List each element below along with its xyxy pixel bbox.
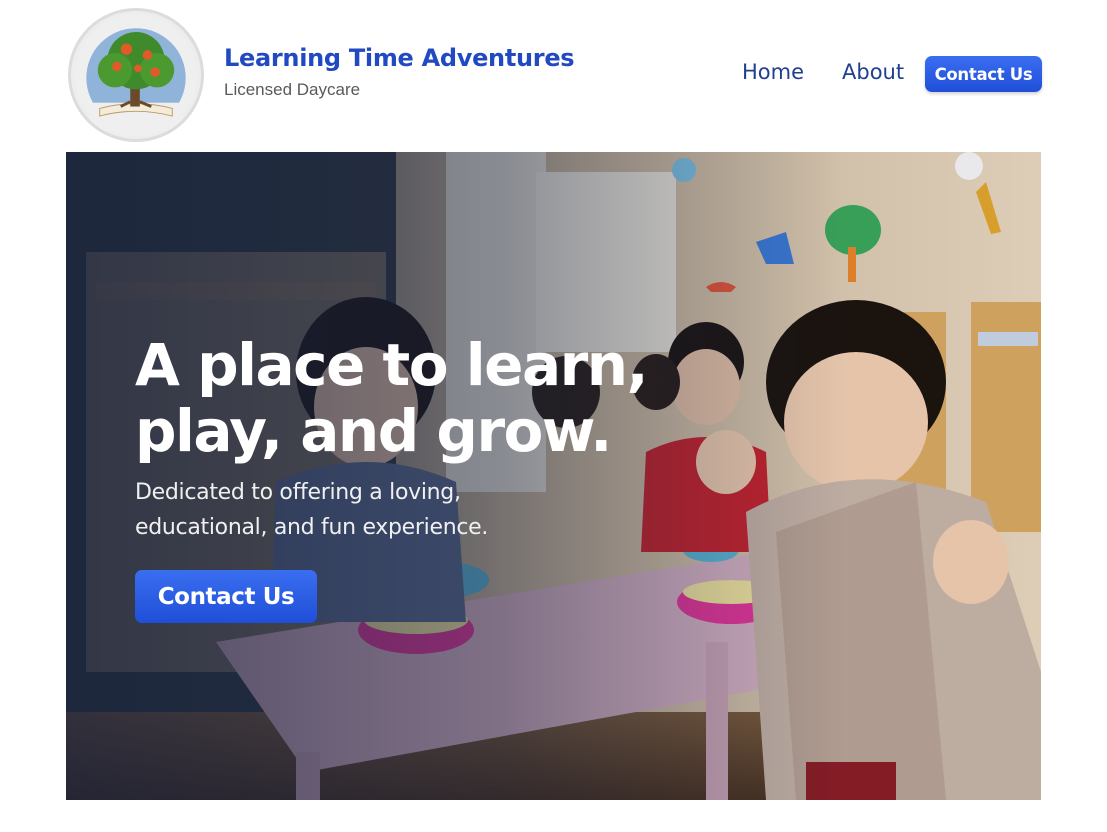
- hero-subheading-line: educational, and fun experience.: [135, 515, 489, 540]
- hero-heading: A place to learn, play, and grow.: [135, 332, 695, 464]
- nav-about-link[interactable]: About: [842, 60, 904, 84]
- nav-contact-button[interactable]: Contact Us: [925, 56, 1042, 92]
- site-header: Learning Time Adventures Licensed Daycar…: [0, 0, 1107, 152]
- nav-home-link[interactable]: Home: [742, 60, 804, 84]
- hero-heading-line: play, and grow.: [135, 397, 612, 465]
- hero-heading-line: A place to learn,: [135, 331, 649, 399]
- hero-banner: A place to learn, play, and grow. Dedica…: [66, 152, 1041, 800]
- main-nav: Home About Contact Us: [0, 56, 1107, 92]
- hero-subheading: Dedicated to offering a loving, educatio…: [135, 475, 555, 545]
- hero-subheading-line: Dedicated to offering a loving,: [135, 480, 461, 505]
- hero-contact-button[interactable]: Contact Us: [135, 570, 317, 623]
